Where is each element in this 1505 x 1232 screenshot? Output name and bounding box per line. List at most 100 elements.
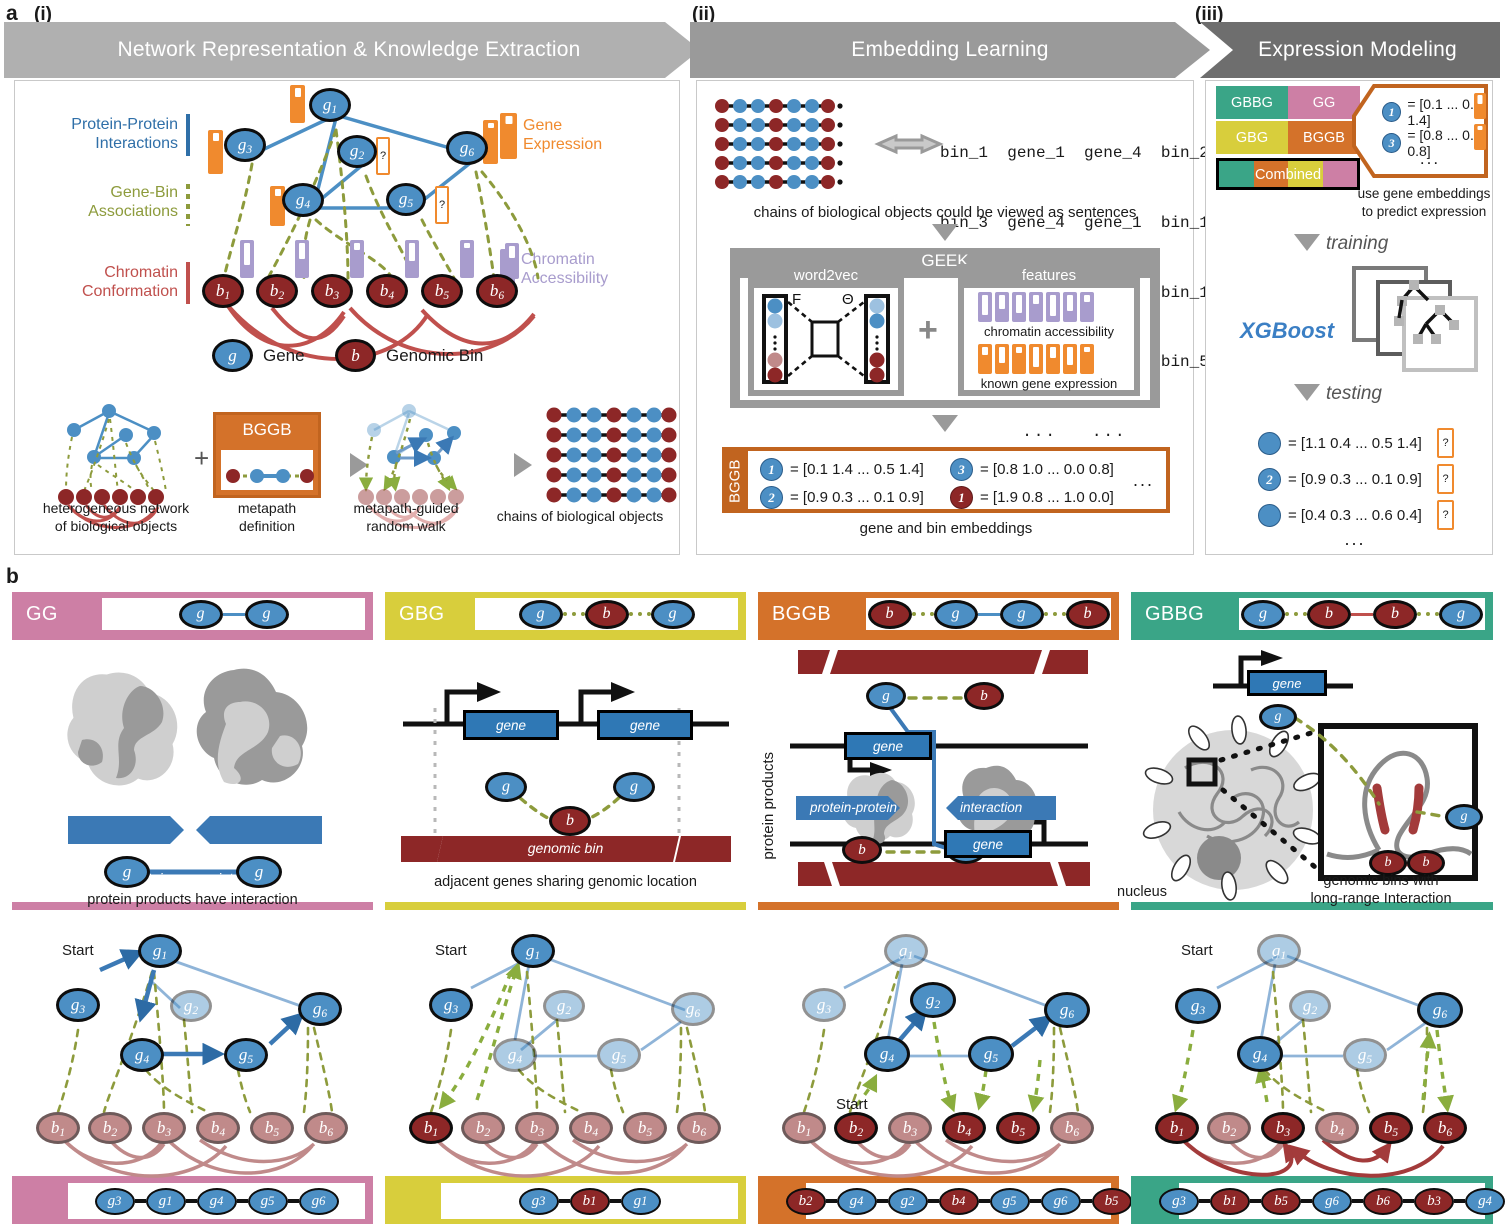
gbg-result-arrow: g3 b1 g1: [385, 1178, 746, 1224]
walk-gene-g5[interactable]: g5: [597, 1038, 641, 1072]
metapath-tile-bggb[interactable]: BGGB: [1288, 121, 1360, 154]
test-unknown-2[interactable]: ?: [1437, 464, 1454, 494]
walk-bin-b3[interactable]: b3: [1261, 1112, 1305, 1144]
walk-bin-b5[interactable]: b5: [623, 1112, 667, 1144]
banner-title-iii: Expression Modeling: [1258, 38, 1457, 61]
expression-unknown-g5[interactable]: ?: [435, 186, 449, 224]
arrow-down-to-embeddings: [932, 415, 958, 432]
gene-node-g3[interactable]: g3: [224, 128, 266, 162]
metapath-node-gene: g: [933, 599, 978, 629]
gene-node-g2[interactable]: g2: [337, 135, 377, 168]
accessibility-feature-bar: [1063, 292, 1077, 322]
walk-bin-b1[interactable]: b1: [36, 1112, 80, 1144]
walk-bin-b2[interactable]: b2: [1207, 1112, 1251, 1144]
walk-bin-b6[interactable]: b6: [1423, 1112, 1467, 1144]
walk-bin-b4[interactable]: b4: [942, 1112, 986, 1144]
walk-gene-g5[interactable]: g5: [224, 1038, 268, 1072]
walk-bin-b4[interactable]: b4: [569, 1112, 613, 1144]
bin-node-b6[interactable]: b6: [476, 274, 518, 308]
walk-gene-g2[interactable]: g2: [910, 982, 956, 1018]
walk-bin-b4[interactable]: b4: [1315, 1112, 1359, 1144]
walk-bin-b6[interactable]: b6: [304, 1112, 348, 1144]
walk-gene-g3[interactable]: g3: [802, 988, 846, 1022]
walk-bin-b6[interactable]: b6: [677, 1112, 721, 1144]
gene-node-g5[interactable]: g5: [386, 183, 426, 216]
bin-node-b5[interactable]: b5: [421, 274, 463, 308]
metapath-tile-gg[interactable]: GG: [1288, 86, 1360, 119]
bggb-node-g-top: g: [866, 682, 906, 710]
training-label: training: [1326, 233, 1389, 254]
embeddings-ellipsis: ...: [1133, 470, 1155, 490]
walk-gene-g1[interactable]: g1: [884, 934, 928, 968]
walk-bin-b4[interactable]: b4: [196, 1112, 240, 1144]
expression-unknown-g2[interactable]: ?: [376, 137, 390, 175]
chain-node: g2: [887, 1187, 928, 1215]
walk-bin-b1[interactable]: b1: [409, 1112, 453, 1144]
walk-gene-g1[interactable]: g1: [138, 934, 182, 968]
embedding-id-badge: 1: [950, 486, 973, 509]
arrow-down-testing: [1294, 384, 1320, 401]
gene-node-g4[interactable]: g4: [282, 183, 324, 217]
walk-gene-g3[interactable]: g3: [1175, 988, 1221, 1024]
walk-bin-b2[interactable]: b2: [834, 1112, 878, 1144]
walk-gene-g2[interactable]: g2: [170, 990, 212, 1022]
bggb-result-chain: b2 g4 g2 b4 g5 g6 b5: [785, 1183, 1132, 1219]
walk-gene-g4[interactable]: g4: [120, 1038, 164, 1072]
gg-header-label: GG: [26, 603, 58, 625]
walk-bin-b1[interactable]: b1: [1155, 1112, 1199, 1144]
gbbg-walk-card: Start g1 g3 g2 g6 g4 g5 b1 b2 b3 b4 b5 b…: [1131, 910, 1493, 1178]
test-unknown-3[interactable]: ?: [1437, 500, 1454, 530]
bin-node-b1[interactable]: b1: [202, 274, 244, 308]
bggb-header: BGGB b g g b: [758, 592, 1119, 636]
walk-gene-g1[interactable]: g1: [1257, 934, 1301, 968]
walk-gene-g6[interactable]: g6: [671, 992, 715, 1026]
chain-node: g5: [247, 1187, 288, 1215]
embedding-row-3: 3 = [0.8 1.0 ... 0.0 0.8]: [950, 458, 1114, 481]
chain-node: b5: [1261, 1187, 1301, 1215]
walk-bin-b6[interactable]: b6: [1050, 1112, 1094, 1144]
walk-gene-g3[interactable]: g3: [56, 988, 100, 1022]
walk-gene-g4[interactable]: g4: [493, 1038, 537, 1072]
expression-bar-g1: [290, 85, 305, 123]
walk-gene-g5[interactable]: g5: [968, 1036, 1014, 1072]
gbg-node-b: b: [549, 806, 591, 836]
metapath-tile-gbg[interactable]: GBG: [1216, 121, 1288, 154]
chain-node: b5: [1091, 1187, 1132, 1215]
gene-node-g1[interactable]: g1: [309, 88, 351, 122]
walk-bin-b3[interactable]: b3: [515, 1112, 559, 1144]
walk-gene-g6[interactable]: g6: [1044, 992, 1090, 1028]
bggb-gene-box-top: gene: [844, 732, 932, 760]
combined-tile[interactable]: Combined: [1216, 158, 1360, 190]
walk-gene-g6[interactable]: g6: [1417, 992, 1463, 1028]
walk-bin-b3[interactable]: b3: [888, 1112, 932, 1144]
walk-gene-g5[interactable]: g5: [1343, 1038, 1387, 1072]
walk-gene-g6[interactable]: g6: [298, 992, 342, 1026]
gene-node-g6[interactable]: g6: [446, 131, 488, 165]
test-unknown-1[interactable]: ?: [1437, 428, 1454, 458]
gg-result-chain: g3 g1 g4 g5 g6: [68, 1183, 365, 1219]
gbg-metapath-diagram: g b g: [475, 598, 738, 630]
bin-node-b2[interactable]: b2: [256, 274, 298, 308]
panel-b-letter: b: [6, 565, 19, 588]
walk-gene-g4[interactable]: g4: [864, 1036, 910, 1072]
walk-bin-b5[interactable]: b5: [996, 1112, 1040, 1144]
node-legend-gene-icon: g: [212, 339, 253, 372]
walk-bin-b5[interactable]: b5: [250, 1112, 294, 1144]
walk-gene-g2[interactable]: g2: [543, 990, 585, 1022]
walk-bin-b5[interactable]: b5: [1369, 1112, 1413, 1144]
metapath-node-gene: g: [999, 599, 1044, 629]
walk-gene-g1[interactable]: g1: [511, 934, 555, 968]
walk-gene-g3[interactable]: g3: [429, 988, 473, 1022]
walk-bin-b3[interactable]: b3: [142, 1112, 186, 1144]
legend-ppi: Protein-Protein Interactions: [71, 116, 178, 153]
metapath-node-bin: b: [1373, 599, 1417, 629]
walk-gene-g2[interactable]: g2: [1289, 990, 1331, 1022]
bin-node-b4[interactable]: b4: [366, 274, 408, 308]
walk-bin-b1[interactable]: b1: [782, 1112, 826, 1144]
bin-node-b3[interactable]: b3: [311, 274, 353, 308]
walk-bin-b2[interactable]: b2: [461, 1112, 505, 1144]
expression-feature-bar: [1029, 344, 1043, 374]
walk-gene-g4[interactable]: g4: [1237, 1036, 1283, 1072]
metapath-tile-gbbg[interactable]: GBBG: [1216, 86, 1288, 119]
walk-bin-b2[interactable]: b2: [88, 1112, 132, 1144]
